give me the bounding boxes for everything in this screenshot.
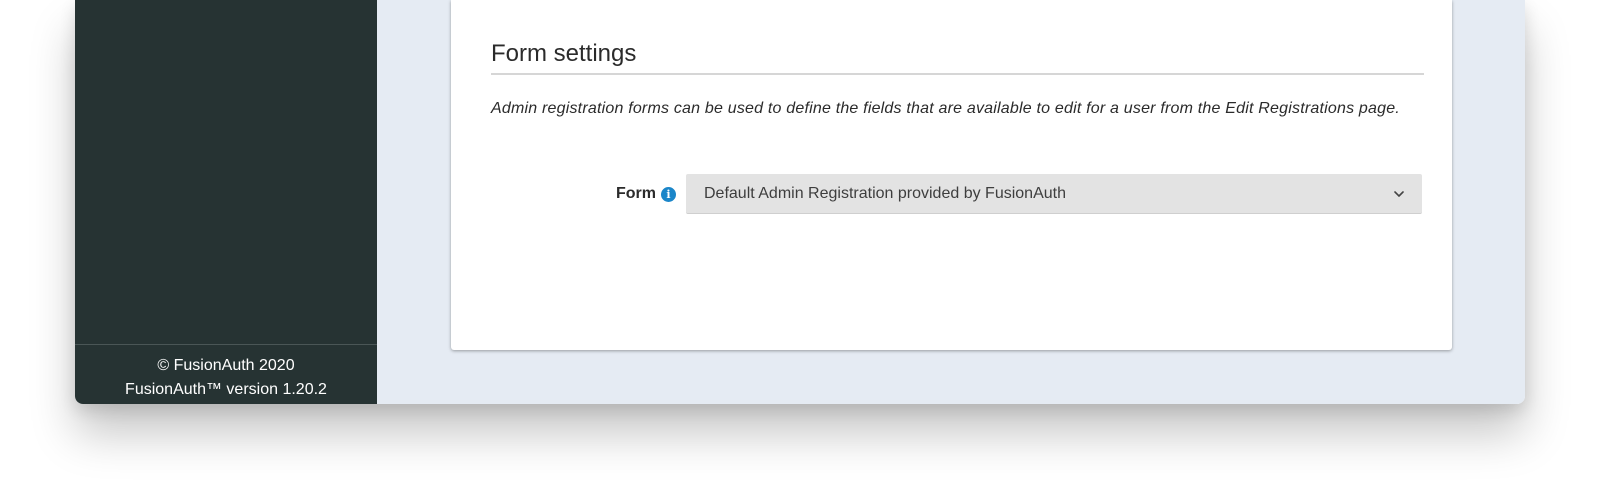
form-field-label-group: Form i [616, 185, 676, 203]
screen: © FusionAuth 2020 FusionAuth™ version 1.… [0, 0, 1600, 503]
info-icon[interactable]: i [661, 186, 676, 202]
form-select-value: Default Admin Registration provided by F… [704, 184, 1066, 202]
sidebar: © FusionAuth 2020 FusionAuth™ version 1.… [75, 0, 377, 404]
version-text: FusionAuth™ version 1.20.2 [125, 381, 327, 398]
sidebar-footer: © FusionAuth 2020 FusionAuth™ version 1.… [75, 344, 377, 404]
copyright-text: © FusionAuth 2020 [157, 357, 295, 374]
app-window: © FusionAuth 2020 FusionAuth™ version 1.… [75, 0, 1525, 404]
form-settings-panel: Form settings Admin registration forms c… [451, 0, 1452, 350]
form-field-row: Form i Default Admin Registration provid… [491, 174, 1431, 214]
form-select[interactable]: Default Admin Registration provided by F… [686, 174, 1422, 214]
main-content: Form settings Admin registration forms c… [377, 0, 1525, 404]
section-title: Form settings [491, 40, 1424, 75]
form-field-label: Form [616, 185, 656, 202]
section-description: Admin registration forms can be used to … [491, 100, 1400, 117]
chevron-down-icon [1394, 190, 1404, 197]
